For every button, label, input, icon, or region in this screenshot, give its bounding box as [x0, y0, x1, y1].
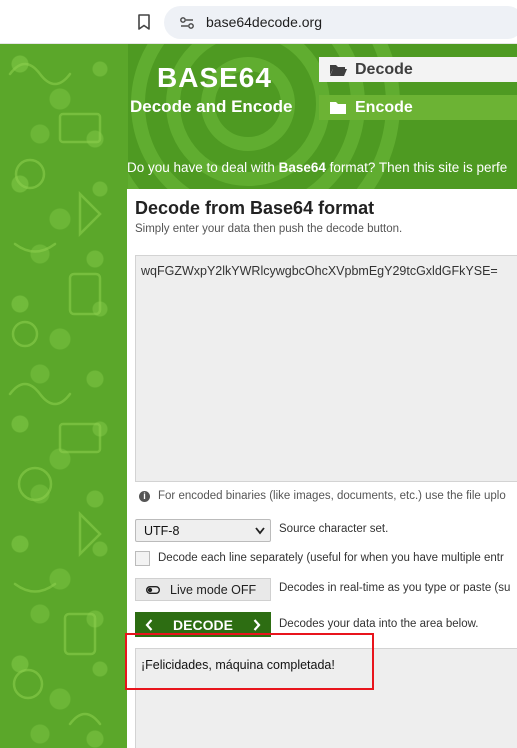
live-mode-label: Live mode OFF [170, 582, 257, 597]
panel-title: Decode from Base64 format [135, 198, 375, 218]
browser-toolbar: base64decode.org [0, 0, 517, 44]
panel-hint: Simply enter your data then push the dec… [135, 223, 403, 235]
live-mode-toggle-button[interactable]: Live mode OFF [135, 578, 271, 601]
decode-each-line-checkbox[interactable] [135, 551, 150, 566]
charset-value: UTF-8 [144, 523, 180, 538]
nav-decode-label: Decode [355, 60, 413, 78]
decoded-output-textarea[interactable]: ¡Felicidades, máquina completada! [135, 648, 517, 748]
folder-icon [330, 101, 346, 114]
live-mode-description: Decodes in real-time as you type or past… [279, 582, 511, 594]
charset-label: Source character set. [279, 523, 389, 535]
chevron-left-icon [145, 618, 153, 631]
decode-button-label: DECODE [173, 616, 233, 633]
charset-select[interactable]: UTF-8 [135, 519, 271, 542]
info-icon: i [139, 490, 150, 502]
folder-open-icon [330, 64, 347, 76]
bookmark-icon[interactable] [135, 13, 153, 31]
address-bar[interactable]: base64decode.org [164, 6, 517, 39]
logo-subtitle: Decode and Encode [130, 97, 293, 116]
decode-panel: Decode from Base64 format Simply enter y… [127, 189, 517, 748]
toggle-off-icon [146, 585, 160, 594]
decode-button[interactable]: DECODE [135, 612, 271, 637]
chevron-right-icon [253, 618, 261, 631]
tagline-suffix: format? Then this site is perfe [325, 160, 508, 175]
decode-button-description: Decodes your data into the area below. [279, 618, 479, 630]
url-text: base64decode.org [206, 14, 322, 30]
tagline-bold: Base64 [278, 160, 326, 175]
page: BASE64 Decode and Encode Decode Encode D… [0, 44, 517, 748]
tagline-prefix: Do you have to deal with [127, 160, 279, 175]
logo-title[interactable]: BASE64 [157, 62, 272, 94]
nav-encode-label: Encode [355, 98, 413, 116]
info-note: i For encoded binaries (like images, doc… [139, 490, 506, 502]
info-note-text: For encoded binaries (like images, docum… [158, 490, 506, 502]
base64-input-textarea[interactable]: wqFGZWxpY2lkYWRlcywgbcOhcXVpbmEgY29tcGxl… [135, 255, 517, 482]
decode-each-line-label[interactable]: Decode each line separately (useful for … [158, 552, 504, 564]
chevron-down-icon [255, 527, 265, 535]
tagline: Do you have to deal with Base64 format? … [127, 160, 507, 175]
nav-decode-button[interactable]: Decode [319, 57, 517, 82]
nav-encode-button[interactable]: Encode [319, 95, 517, 120]
site-info-icon[interactable] [178, 14, 196, 32]
decorative-doodles [8, 62, 102, 726]
